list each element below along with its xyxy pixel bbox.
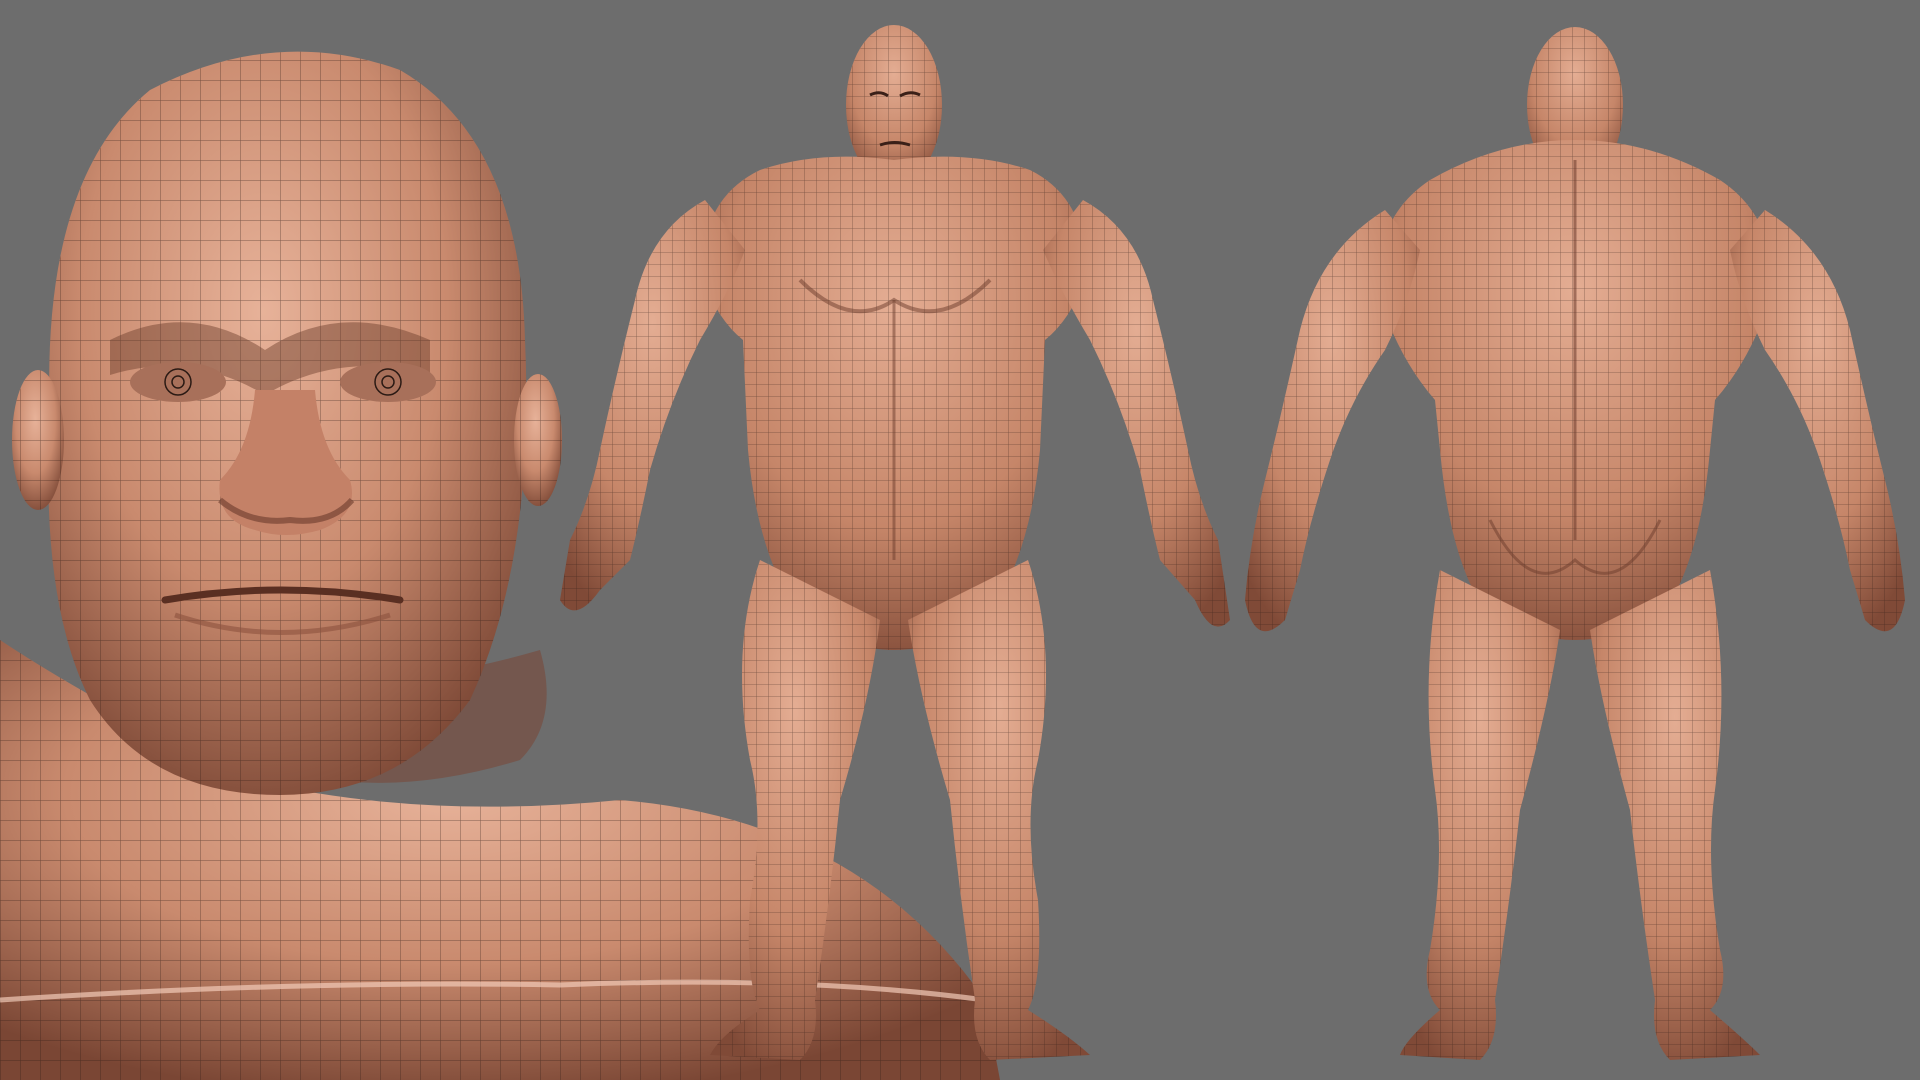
render-viewport bbox=[0, 0, 1920, 1080]
eye-left bbox=[130, 362, 226, 402]
model-render-canvas bbox=[0, 0, 1920, 1080]
eye-right bbox=[340, 362, 436, 402]
